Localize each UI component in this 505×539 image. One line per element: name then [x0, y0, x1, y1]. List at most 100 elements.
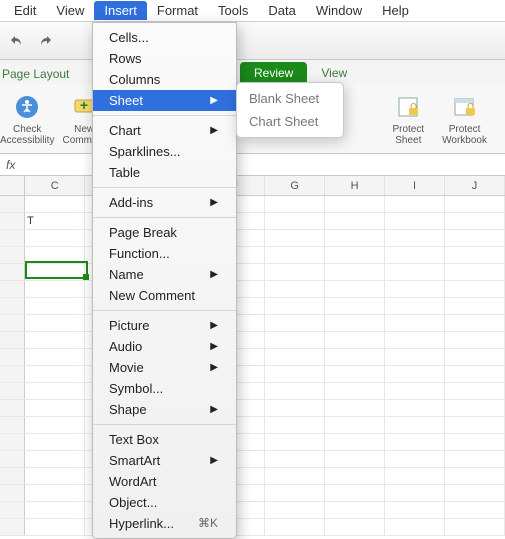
cell[interactable] — [325, 451, 385, 467]
cell[interactable] — [25, 383, 85, 399]
menu-item-function[interactable]: Function... — [93, 243, 236, 264]
cell[interactable] — [265, 298, 325, 314]
row-header[interactable] — [0, 468, 25, 484]
row-header[interactable] — [0, 485, 25, 501]
menu-item-text-box[interactable]: Text Box — [93, 429, 236, 450]
cell[interactable] — [265, 383, 325, 399]
cell[interactable] — [445, 366, 505, 382]
menu-item-audio[interactable]: Audio▶ — [93, 336, 236, 357]
cell[interactable] — [445, 332, 505, 348]
cell[interactable] — [265, 213, 325, 229]
cell[interactable] — [445, 315, 505, 331]
cell[interactable] — [385, 196, 445, 212]
menu-tools[interactable]: Tools — [208, 1, 258, 20]
cell[interactable] — [385, 485, 445, 501]
row-header[interactable] — [0, 332, 25, 348]
row-header[interactable] — [0, 281, 25, 297]
cell[interactable] — [325, 315, 385, 331]
cell[interactable] — [25, 196, 85, 212]
cell[interactable] — [325, 332, 385, 348]
cell[interactable] — [325, 502, 385, 518]
row-header[interactable] — [0, 213, 25, 229]
row-header[interactable] — [0, 434, 25, 450]
cell[interactable] — [265, 247, 325, 263]
cell[interactable] — [25, 366, 85, 382]
cell[interactable] — [265, 451, 325, 467]
menu-help[interactable]: Help — [372, 1, 419, 20]
row-header[interactable] — [0, 349, 25, 365]
cell[interactable] — [325, 434, 385, 450]
tab-review[interactable]: Review — [240, 62, 307, 84]
row-header[interactable] — [0, 247, 25, 263]
tab-page-layout[interactable]: Page Layout — [0, 63, 77, 85]
cell[interactable] — [445, 247, 505, 263]
cell[interactable] — [265, 315, 325, 331]
cell[interactable] — [25, 332, 85, 348]
cell[interactable] — [385, 264, 445, 280]
cell[interactable] — [265, 519, 325, 535]
cell[interactable] — [325, 247, 385, 263]
cell[interactable] — [445, 502, 505, 518]
menu-item-page-break[interactable]: Page Break — [93, 222, 236, 243]
menu-edit[interactable]: Edit — [4, 1, 46, 20]
cell[interactable] — [25, 298, 85, 314]
cell[interactable] — [25, 315, 85, 331]
cell[interactable] — [25, 230, 85, 246]
cell[interactable] — [445, 298, 505, 314]
menu-item-cells[interactable]: Cells... — [93, 27, 236, 48]
cell[interactable] — [385, 434, 445, 450]
menu-item-sheet[interactable]: Sheet▶ — [93, 90, 236, 111]
cell[interactable] — [265, 434, 325, 450]
cell[interactable] — [325, 213, 385, 229]
cell[interactable] — [445, 485, 505, 501]
tab-view[interactable]: View — [307, 62, 361, 84]
cell[interactable] — [265, 502, 325, 518]
cell[interactable] — [385, 468, 445, 484]
cell[interactable] — [385, 213, 445, 229]
menu-item-new-comment[interactable]: New Comment — [93, 285, 236, 306]
menu-item-name[interactable]: Name▶ — [93, 264, 236, 285]
check-accessibility-button[interactable]: Check Accessibility — [0, 92, 54, 146]
protect-sheet-button[interactable]: Protect Sheet — [392, 92, 424, 146]
cell[interactable] — [445, 468, 505, 484]
cell[interactable] — [385, 332, 445, 348]
col-header-G[interactable]: G — [265, 176, 325, 195]
cell[interactable] — [445, 434, 505, 450]
cell[interactable] — [25, 281, 85, 297]
cell[interactable]: T — [25, 213, 85, 229]
cell[interactable] — [385, 230, 445, 246]
cell[interactable] — [325, 485, 385, 501]
menu-item-shape[interactable]: Shape▶ — [93, 399, 236, 420]
redo-button[interactable] — [34, 30, 56, 52]
row-header[interactable] — [0, 383, 25, 399]
row-header[interactable] — [0, 417, 25, 433]
submenu-item-blank-sheet[interactable]: Blank Sheet — [237, 87, 343, 110]
cell[interactable] — [25, 247, 85, 263]
menu-item-movie[interactable]: Movie▶ — [93, 357, 236, 378]
cell[interactable] — [385, 451, 445, 467]
row-header[interactable] — [0, 196, 25, 212]
col-header-H[interactable]: H — [325, 176, 385, 195]
cell[interactable] — [385, 519, 445, 535]
cell[interactable] — [385, 417, 445, 433]
menu-item-columns[interactable]: Columns — [93, 69, 236, 90]
row-header[interactable] — [0, 502, 25, 518]
cell[interactable] — [325, 417, 385, 433]
cell[interactable] — [25, 349, 85, 365]
cell[interactable] — [265, 468, 325, 484]
cell[interactable] — [325, 196, 385, 212]
cell[interactable] — [325, 366, 385, 382]
menu-format[interactable]: Format — [147, 1, 208, 20]
cell[interactable] — [325, 349, 385, 365]
cell[interactable] — [385, 502, 445, 518]
select-all-corner[interactable] — [0, 176, 25, 195]
menu-item-sparklines[interactable]: Sparklines... — [93, 141, 236, 162]
cell[interactable] — [385, 281, 445, 297]
menu-item-chart[interactable]: Chart▶ — [93, 120, 236, 141]
cell[interactable] — [385, 400, 445, 416]
menu-item-symbol[interactable]: Symbol... — [93, 378, 236, 399]
cell[interactable] — [265, 332, 325, 348]
menu-item-add-ins[interactable]: Add-ins▶ — [93, 192, 236, 213]
row-header[interactable] — [0, 451, 25, 467]
cell[interactable] — [265, 485, 325, 501]
